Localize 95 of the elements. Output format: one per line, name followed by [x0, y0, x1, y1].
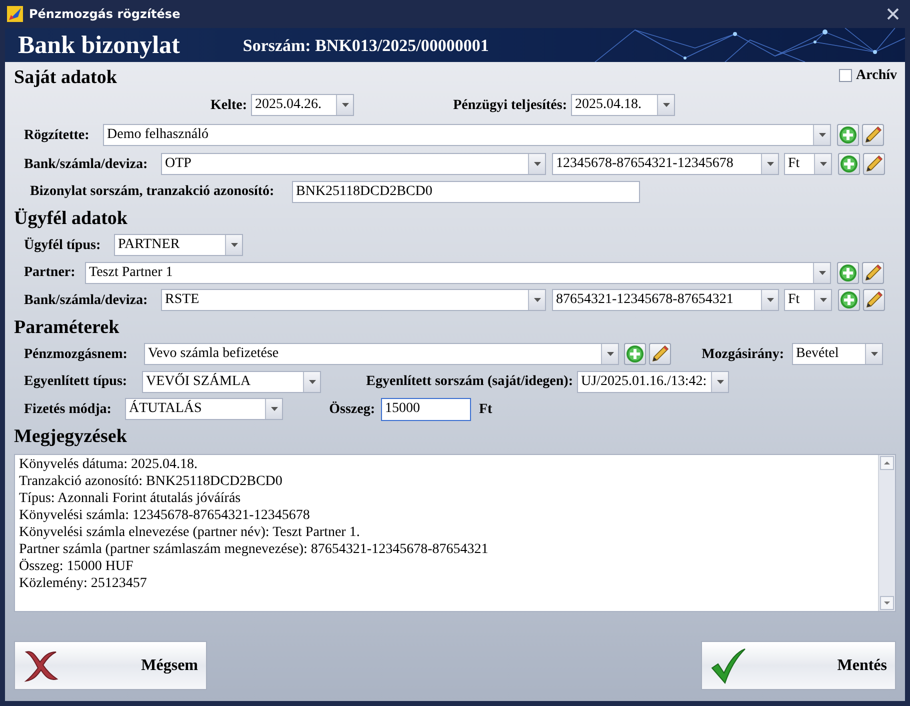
dropdown-field[interactable]: UJ/2025.01.16./13:42: — [577, 370, 729, 392]
scroll-up-icon[interactable] — [880, 456, 894, 470]
caret-icon — [606, 352, 614, 356]
caret-icon — [308, 380, 316, 384]
amount-input[interactable]: 15000 — [381, 398, 471, 420]
caret-icon — [818, 133, 826, 137]
dropdown-field[interactable]: Vevo számla befizetése — [144, 343, 619, 365]
dropdown-field[interactable]: Bevétel — [792, 343, 883, 365]
note-line: Könyvelés dátuma: 2025.04.18. — [19, 456, 198, 473]
add-button[interactable] — [837, 262, 859, 284]
field-label: Összeg: — [328, 400, 376, 418]
field-label: Egyenlített sorszám (saját/idegen): — [365, 373, 574, 391]
plus-icon — [840, 155, 858, 173]
edit-button[interactable] — [649, 343, 671, 365]
dropdown-field[interactable]: 12345678-87654321-12345678 — [552, 153, 779, 175]
checkmark-icon — [710, 648, 746, 684]
plus-icon — [839, 126, 857, 144]
caret-icon — [342, 103, 348, 107]
dropdown-field[interactable]: Ft — [784, 289, 832, 311]
note-line: Partner számla (partner számlaszám megnevezése): 87654321-12345678-87654321 — [19, 541, 490, 558]
section-heading: Paraméterek — [14, 318, 120, 336]
serial-number: Sorszám: BNK013/2025/00000001 — [242, 36, 489, 54]
caret-icon — [766, 298, 774, 302]
note-line: Könyvelési számla elnevezése (partner név): Teszt Partner 1. — [19, 524, 361, 541]
field-label: Pénzügyi teljesítés: — [452, 96, 568, 114]
window-title: Pénzmozgás rögzítése — [29, 6, 182, 23]
scrollbar[interactable] — [878, 455, 895, 611]
notes-textarea[interactable] — [14, 454, 896, 612]
cancel-button[interactable]: Mégsem — [14, 641, 207, 690]
field-label: Partner: — [24, 264, 76, 282]
plus-icon — [839, 264, 857, 282]
field-label: Ft — [479, 400, 492, 418]
dropdown-field[interactable]: PARTNER — [114, 234, 243, 256]
add-button[interactable] — [838, 289, 860, 311]
pencil-icon — [864, 264, 882, 282]
caret-icon — [818, 270, 826, 274]
caret-icon — [870, 352, 878, 356]
dropdown-field[interactable]: VEVŐI SZÁMLA — [142, 370, 321, 392]
dropdown-field[interactable]: Demo felhasználó — [103, 124, 831, 146]
field-label: Fizetés módja: — [24, 400, 112, 418]
dropdown-field[interactable]: 2025.04.18. — [571, 94, 675, 116]
dropdown-field[interactable]: OTP — [161, 153, 546, 175]
dropdown-field[interactable]: 87654321-12345678-87654321 — [552, 289, 779, 311]
field-label: Bank/számla/deviza: — [24, 156, 149, 174]
caret-icon — [820, 298, 826, 302]
field-label: Kelte: — [209, 96, 248, 114]
app-icon — [7, 6, 23, 22]
section-heading: Megjegyzések — [14, 426, 127, 446]
cross-icon — [23, 648, 59, 682]
scroll-down-icon[interactable] — [880, 596, 894, 610]
plus-icon — [626, 345, 644, 363]
field-label: Bizonylat sorszám, tranzakció azonosító: — [30, 183, 276, 201]
field-label: Rögzítette: — [24, 126, 90, 144]
caret-icon — [820, 162, 826, 166]
plus-icon — [840, 291, 858, 309]
edit-button[interactable] — [863, 153, 885, 175]
pencil-icon — [651, 345, 669, 363]
section-heading: Saját adatok — [14, 68, 117, 86]
note-line: Típus: Azonnali Forint átutalás jóváírás — [19, 490, 242, 507]
add-button[interactable] — [838, 153, 860, 175]
field-label: Ügyfél típus: — [24, 236, 102, 254]
add-button[interactable] — [624, 343, 646, 365]
dropdown-field[interactable]: ÁTUTALÁS — [125, 398, 283, 420]
save-button[interactable]: Mentés — [701, 641, 896, 690]
document-title: Bank bizonylat — [18, 32, 180, 58]
edit-button[interactable] — [862, 262, 884, 284]
edit-button[interactable] — [862, 124, 884, 146]
archive-checkbox[interactable]: Archív — [839, 65, 897, 86]
pencil-icon — [864, 126, 882, 144]
edit-button[interactable] — [863, 289, 885, 311]
caret-icon — [230, 243, 238, 247]
dropdown-field[interactable]: Ft — [784, 153, 832, 175]
caret-icon — [716, 380, 724, 384]
caret-icon — [534, 162, 540, 166]
field-label: Pénzmozgásnem: — [24, 346, 128, 364]
caret-icon — [534, 298, 540, 302]
dropdown-field[interactable]: 2025.04.26. — [251, 94, 354, 116]
section-heading: Ügyfél adatok — [14, 208, 128, 228]
add-button[interactable] — [837, 124, 859, 146]
note-line: Közlemény: 25123457 — [19, 575, 148, 592]
note-line: Könyvelési számla: 12345678-87654321-12345678 — [19, 507, 311, 524]
caret-icon — [662, 103, 670, 107]
field-label: Bank/számla/deviza: — [24, 292, 149, 310]
dropdown-field[interactable]: Teszt Partner 1 — [85, 262, 831, 284]
field-label: Egyenlített típus: — [24, 373, 128, 391]
reference-input[interactable]: BNK25118DCD2BCD0 — [292, 180, 640, 202]
caret-icon — [766, 162, 774, 166]
caret-icon — [270, 407, 278, 411]
pencil-icon — [865, 155, 883, 173]
dropdown-field[interactable]: RSTE — [161, 289, 546, 311]
note-line: Összeg: 15000 HUF — [19, 558, 134, 575]
pencil-icon — [865, 291, 883, 309]
note-line: Tranzakció azonosító: BNK25118DCD2BCD0 — [19, 473, 284, 490]
close-icon[interactable] — [887, 8, 899, 20]
field-label: Mozgásirány: — [700, 346, 785, 364]
